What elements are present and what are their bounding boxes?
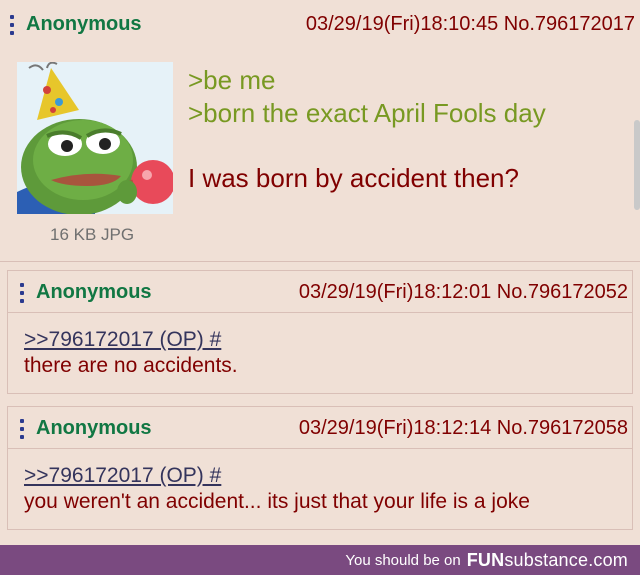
greentext-line: >be me bbox=[188, 65, 276, 95]
reply-post: Anonymous 03/29/19(Fri)18:12:01 No.79617… bbox=[7, 270, 633, 394]
file-info: 16 KB JPG bbox=[50, 225, 135, 244]
quote-link[interactable]: >>796172017 (OP) # bbox=[24, 327, 616, 353]
reply-header: Anonymous 03/29/19(Fri)18:12:14 No.79617… bbox=[20, 417, 628, 440]
poster-name: Anonymous bbox=[26, 13, 142, 35]
op-header: Anonymous 03/29/19(Fri)18:10:45 No.79617… bbox=[10, 13, 635, 36]
post-datetime[interactable]: 03/29/19(Fri)18:12:01 No.796172052 bbox=[299, 281, 628, 303]
poster-name: Anonymous bbox=[36, 281, 152, 303]
poster-name: Anonymous bbox=[36, 417, 152, 439]
post-menu-icon[interactable] bbox=[20, 282, 24, 303]
watermark-prefix: You should be on bbox=[345, 551, 461, 569]
op-message: >be me >born the exact April Fools day I… bbox=[188, 64, 546, 195]
op-text: I was born by accident then? bbox=[188, 163, 519, 193]
reply-message: >>796172017 (OP) # you weren't an accide… bbox=[8, 449, 632, 529]
reply-text: you weren't an accident... its just that… bbox=[24, 490, 530, 513]
watermark-brand: FUNsubstance.com bbox=[466, 549, 628, 570]
greentext-line: >born the exact April Fools day bbox=[188, 98, 546, 128]
post-datetime[interactable]: 03/29/19(Fri)18:10:45 No.796172017 bbox=[306, 13, 635, 35]
reply-message: >>796172017 (OP) # there are no accident… bbox=[8, 313, 632, 393]
reply-post: Anonymous 03/29/19(Fri)18:12:14 No.79617… bbox=[7, 406, 633, 530]
frog-party-image bbox=[17, 62, 173, 214]
scrollbar-thumb[interactable] bbox=[634, 120, 640, 210]
op-post: Anonymous 03/29/19(Fri)18:10:45 No.79617… bbox=[0, 0, 640, 262]
quote-link[interactable]: >>796172017 (OP) # bbox=[24, 463, 616, 489]
reply-text: there are no accidents. bbox=[24, 354, 238, 377]
post-datetime[interactable]: 03/29/19(Fri)18:12:14 No.796172058 bbox=[299, 417, 628, 439]
reply-header: Anonymous 03/29/19(Fri)18:12:01 No.79617… bbox=[20, 281, 628, 304]
post-menu-icon[interactable] bbox=[10, 14, 14, 35]
watermark-footer: You should be on FUNsubstance.com bbox=[0, 545, 640, 575]
op-thumbnail-image[interactable] bbox=[17, 62, 173, 214]
post-menu-icon[interactable] bbox=[20, 418, 24, 439]
